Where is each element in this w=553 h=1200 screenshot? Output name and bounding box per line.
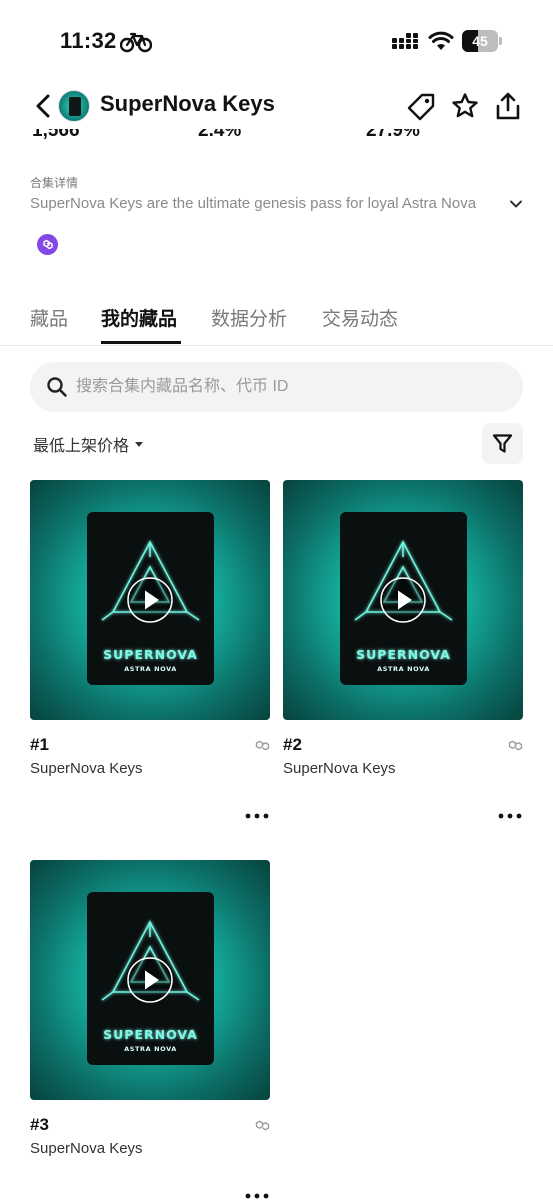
tab-analytics[interactable]: 数据分析 <box>211 304 287 331</box>
svg-text:ASTRA NOVA: ASTRA NOVA <box>124 1045 177 1053</box>
polygon-chain-icon <box>255 740 270 751</box>
play-icon[interactable] <box>379 576 427 624</box>
collection-title: SuperNova Keys <box>100 91 275 116</box>
status-bar: 11:32 45 <box>0 0 553 80</box>
search-bar[interactable] <box>30 362 523 412</box>
nft-image[interactable]: SUPERNOVA ASTRA NOVA <box>30 860 270 1100</box>
collection-tabs: 藏品 我的藏品 数据分析 交易动态 <box>0 300 553 346</box>
nft-collection-name: SuperNova Keys <box>30 1140 143 1157</box>
play-icon[interactable] <box>126 576 174 624</box>
collection-stats: 1,566 2.4% 27.9% <box>0 129 553 143</box>
svg-text:ASTRA NOVA: ASTRA NOVA <box>124 665 177 673</box>
play-icon[interactable] <box>126 956 174 1004</box>
tag-icon[interactable] <box>406 92 436 122</box>
filter-icon <box>492 434 513 453</box>
svg-text:ASTRA NOVA: ASTRA NOVA <box>377 665 430 673</box>
search-input[interactable] <box>76 362 506 412</box>
chevron-down-icon[interactable] <box>508 196 524 212</box>
collection-description: SuperNova Keys are the ultimate genesis … <box>30 195 477 212</box>
share-icon[interactable] <box>494 91 522 121</box>
sort-selected: 最低上架价格 <box>33 438 130 455</box>
more-options-icon[interactable] <box>244 1186 270 1200</box>
wifi-icon <box>428 31 454 50</box>
nft-collection-name: SuperNova Keys <box>283 760 396 777</box>
tab-items[interactable]: 藏品 <box>30 304 68 331</box>
battery-level: 45 <box>472 33 488 49</box>
stat-value: 1,566 <box>32 129 80 141</box>
nft-number: #3 <box>30 1115 49 1134</box>
caret-down-icon <box>135 442 144 448</box>
nft-image[interactable]: SUPERNOVA ASTRA NOVA <box>283 480 523 720</box>
status-time: 11:32 <box>60 28 117 53</box>
tab-activity[interactable]: 交易动态 <box>322 304 398 331</box>
more-options-icon[interactable] <box>497 806 523 826</box>
stat-value: 27.9% <box>366 129 420 141</box>
svg-text:SUPERNOVA: SUPERNOVA <box>103 647 198 662</box>
stat-value: 2.4% <box>198 129 242 141</box>
svg-text:SUPERNOVA: SUPERNOVA <box>356 647 451 662</box>
star-icon[interactable] <box>451 92 479 120</box>
active-tab-indicator <box>101 341 181 344</box>
tab-my-items[interactable]: 我的藏品 <box>101 304 177 331</box>
collection-avatar <box>58 90 90 122</box>
more-options-icon[interactable] <box>244 806 270 826</box>
battery-indicator: 45 <box>462 30 502 52</box>
filter-button[interactable] <box>482 423 523 464</box>
cellular-signal-icon <box>392 33 418 49</box>
nft-collection-name: SuperNova Keys <box>30 760 143 777</box>
nft-number: #2 <box>283 735 302 754</box>
back-arrow-icon[interactable] <box>30 92 56 120</box>
nft-number: #1 <box>30 735 49 754</box>
sort-dropdown[interactable]: 最低上架价格 <box>33 432 144 456</box>
search-icon <box>47 377 67 397</box>
details-label: 合集详情 <box>30 176 79 190</box>
svg-text:SUPERNOVA: SUPERNOVA <box>103 1027 198 1042</box>
polygon-chain-icon <box>508 740 523 751</box>
bicycle-icon <box>120 32 152 53</box>
header: SuperNova Keys <box>0 84 553 128</box>
polygon-chain-icon <box>37 234 58 255</box>
nft-image[interactable]: SUPERNOVA ASTRA NOVA <box>30 480 270 720</box>
polygon-chain-icon <box>255 1120 270 1131</box>
